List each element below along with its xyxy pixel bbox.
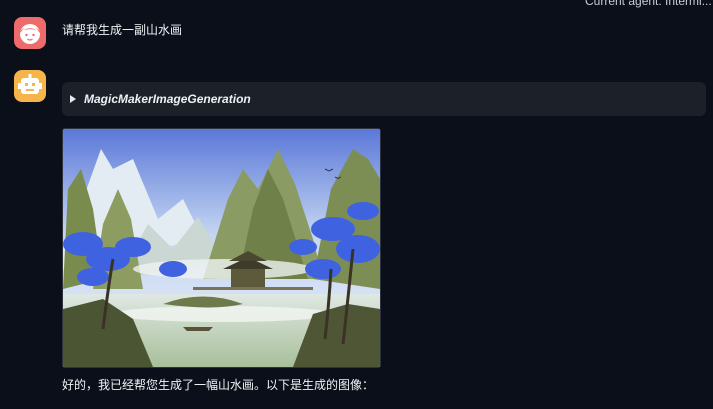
agent-status-text: Current agent: Intermi...	[585, 0, 712, 8]
tool-call-panel[interactable]: MagicMakerImageGeneration	[62, 82, 706, 116]
user-avatar	[14, 17, 46, 49]
landscape-painting	[63, 129, 380, 367]
girl-face-icon	[14, 17, 46, 49]
assistant-avatar	[14, 70, 46, 102]
tool-call-name: MagicMakerImageGeneration	[84, 92, 251, 106]
user-message-text: 请帮我生成一副山水画	[62, 23, 183, 37]
robot-icon	[14, 70, 46, 102]
assistant-response-text: 好的，我已经帮您生成了一幅山水画。以下是生成的图像：	[62, 378, 375, 392]
generated-landscape-image[interactable]	[62, 128, 381, 368]
triangle-right-icon[interactable]	[70, 95, 76, 103]
